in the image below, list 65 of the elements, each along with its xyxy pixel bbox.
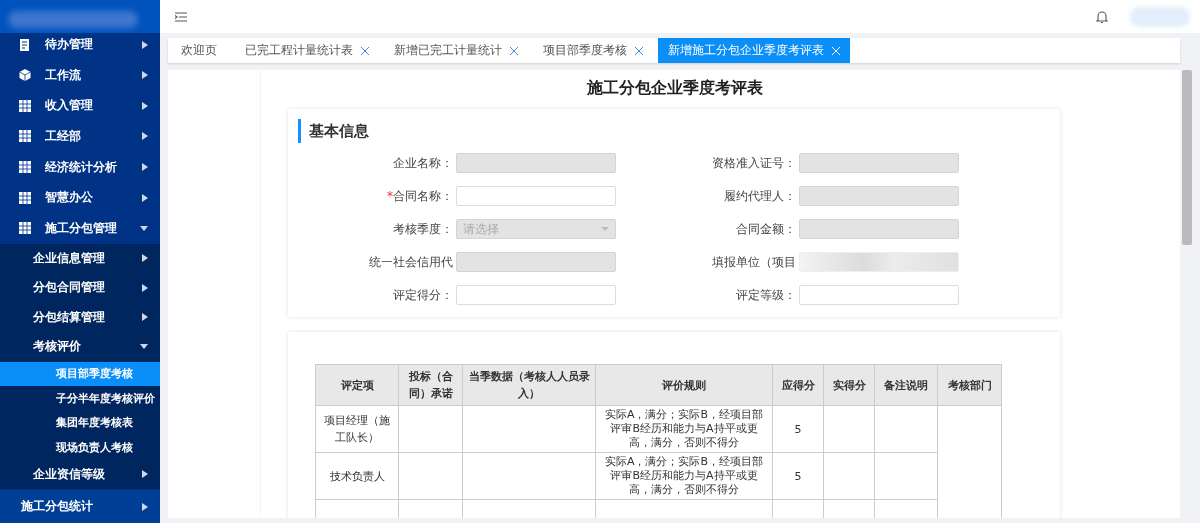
column-header: 当季数据（考核人人员录入） — [462, 364, 596, 406]
page-title: 施工分包企业季度考评表 — [586, 78, 764, 99]
tab[interactable]: 项目部季度考核 — [533, 38, 653, 63]
menu-item[interactable]: 经济统计分析 — [0, 151, 160, 183]
field-label: *合同名称： — [386, 187, 453, 205]
tab[interactable]: 新增已完工计量统计 — [384, 38, 528, 63]
submenu-item[interactable]: 企业信息管理 — [0, 243, 160, 273]
column-header: 考核部门 — [937, 364, 1002, 406]
column-header: 备注说明 — [874, 364, 938, 406]
grid-icon — [19, 222, 31, 235]
field-label: 评定等级： — [735, 286, 796, 304]
close-icon[interactable] — [361, 46, 369, 55]
column-header: 应得分 — [772, 364, 824, 406]
grid-icon — [19, 99, 31, 112]
table-cell: 5 — [772, 405, 824, 453]
submenu-item[interactable]: 企业资信等级 — [0, 459, 160, 489]
table-cell: 实际A，满分；实际B，经项目部评审B经历和能力与A持平或更高，满分，否则不得分 — [595, 452, 773, 500]
close-icon[interactable] — [635, 46, 643, 55]
section-heading: 基本信息 — [298, 119, 1050, 143]
menu-item[interactable]: 施工分包管理 — [0, 212, 160, 244]
user-placeholder[interactable] — [1130, 6, 1190, 27]
scrollbar[interactable] — [1182, 70, 1192, 245]
submenu-item[interactable]: 考核评价 — [0, 332, 160, 362]
grid-icon — [19, 161, 31, 173]
field-label: 统一社会信用代 — [368, 253, 453, 271]
submenu-item[interactable]: 分包结算管理 — [0, 302, 160, 332]
submenu-item[interactable]: 集团年度考核表 — [0, 410, 160, 435]
redacted-field[interactable] — [799, 252, 959, 272]
document-icon — [19, 38, 31, 51]
cube-icon — [19, 69, 31, 82]
field-label: 履约代理人： — [723, 187, 796, 205]
input-field[interactable] — [456, 285, 616, 305]
column-header: 评价规则 — [595, 364, 773, 406]
table-cell: 5 — [772, 452, 824, 500]
column-header: 实得分 — [823, 364, 875, 406]
menu-item[interactable]: 施工分包统计 — [0, 490, 160, 523]
field-label: 填报单位（项目 — [711, 253, 796, 271]
menu-icon[interactable] — [175, 11, 187, 22]
tab[interactable]: 已完工程计量统计表 — [235, 38, 379, 63]
menu-item[interactable]: 工作流 — [0, 59, 160, 91]
submenu-item[interactable]: 子分半年度考核评价 — [0, 386, 160, 411]
table-cell: 技术负责人 — [315, 452, 399, 500]
table-cell: 实际A，满分；实际B，经项目部评审B经历和能力与A持平或更高，满分，否则不得分 — [595, 405, 773, 453]
input-field[interactable] — [799, 285, 959, 305]
column-header: 投标（合同）承诺 — [398, 364, 463, 406]
field-label: 企业名称： — [392, 154, 453, 172]
grid-icon — [19, 191, 31, 204]
table-cell: 项目经理（施工队长） — [315, 405, 399, 453]
column-header: 评定项 — [315, 364, 399, 406]
menu-item[interactable]: 智慧办公 — [0, 182, 160, 213]
tab[interactable]: 欢迎页 — [168, 38, 230, 63]
caret-down-icon — [601, 227, 609, 231]
close-icon[interactable] — [510, 46, 518, 55]
grid-icon — [19, 130, 31, 143]
field-label: 合同金额： — [735, 220, 796, 238]
field-label: 考核季度： — [392, 220, 453, 238]
field-label: 资格准入证号： — [711, 154, 796, 172]
submenu-item[interactable]: 现场负责人考核 — [0, 435, 160, 460]
field-label: 评定得分： — [392, 286, 453, 304]
input-field[interactable] — [456, 186, 616, 206]
menu-item[interactable]: 工经部 — [0, 121, 160, 152]
menu-item[interactable]: 收入管理 — [0, 90, 160, 122]
submenu-item[interactable]: 分包合同管理 — [0, 273, 160, 303]
menu-item[interactable]: 待办管理 — [0, 29, 160, 60]
bell-icon[interactable] — [1096, 9, 1108, 24]
